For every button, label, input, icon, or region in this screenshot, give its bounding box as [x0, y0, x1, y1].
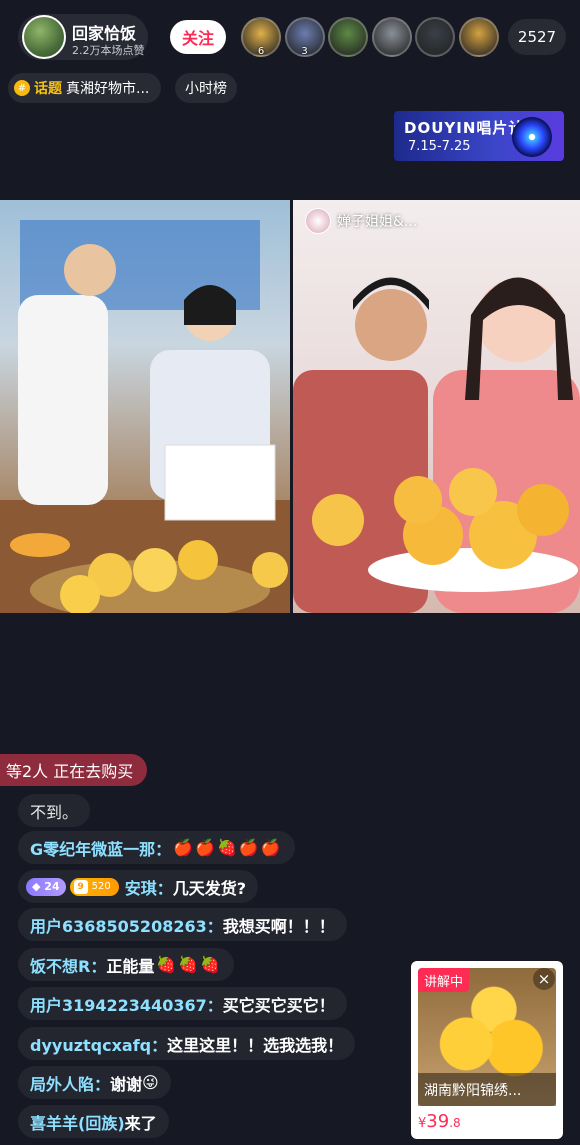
- banner-date: 7.15-7.25: [408, 139, 471, 154]
- comment-item: 饭不想R： 正能量 🍓🍓🍓: [18, 948, 235, 981]
- comment-item: 用户3194223440367： 买它买它买它！: [18, 987, 347, 1020]
- comment-item: ◆ 24 9 520 安琪： 几天发货?: [18, 870, 259, 903]
- guest-video-feed[interactable]: [293, 200, 580, 613]
- viewer-avatar[interactable]: [415, 17, 455, 57]
- fan-badge: ◆ 24: [26, 877, 66, 896]
- comment-user[interactable]: 安琪：: [125, 875, 173, 899]
- product-card[interactable]: 讲解中 × 湖南黔阳锦绣... ¥39.8: [411, 961, 563, 1139]
- comment-text: 正能量: [106, 956, 155, 976]
- guest-avatar: [305, 208, 331, 234]
- follow-button[interactable]: 关注: [170, 20, 226, 54]
- comment-emoji: 🍎🍎🍓🍎🍎: [173, 838, 283, 857]
- host-likes: 2.2万本场点赞: [72, 44, 145, 57]
- comment-item: dyyuztqcxafq： 这里这里！！选我选我！: [18, 1027, 356, 1060]
- comment-text: 这里这里！！选我选我！: [167, 1035, 344, 1055]
- comment-item: G零纪年微蓝一那： 🍎🍎🍓🍎🍎: [18, 831, 295, 864]
- viewer-rank-badge: 3: [301, 46, 308, 57]
- guest-name: 婵子姐姐&...: [337, 214, 418, 230]
- product-price: ¥39.8: [418, 1111, 461, 1132]
- comment-emoji: 😜: [142, 1073, 159, 1092]
- man-head: [355, 289, 427, 361]
- viewer-count[interactable]: 2527: [508, 19, 566, 55]
- hashtag-icon: #: [14, 80, 30, 96]
- hour-rank-button[interactable]: 小时榜: [175, 73, 237, 103]
- host-video-feed[interactable]: [0, 200, 290, 613]
- fruit-plate: [368, 548, 578, 592]
- comment-text: 几天发货?: [172, 878, 247, 898]
- comment-text: 谢谢: [110, 1074, 143, 1094]
- event-banner[interactable]: DOUYIN唱片计划 7.15-7.25: [394, 111, 564, 161]
- comment-text: 我想买啊！！！: [222, 916, 335, 936]
- comment-item: 局外人陷： 谢谢 😜: [18, 1066, 171, 1099]
- comment-item: 用户6368505208263： 我想买啊！！！: [18, 908, 347, 941]
- man-head: [64, 244, 116, 296]
- guest-video-scene: [293, 277, 580, 613]
- host-name: 回家恰饭: [72, 24, 137, 43]
- comment-user[interactable]: G零纪年微蓝一那：: [30, 836, 171, 860]
- comment-text: 来了: [124, 1113, 157, 1133]
- host-avatar[interactable]: [22, 15, 66, 59]
- viewer-avatar[interactable]: [371, 17, 412, 57]
- comment-user[interactable]: 用户6368505208263：: [30, 913, 223, 937]
- comment-user[interactable]: 局外人陷：: [30, 1071, 110, 1095]
- host-video-scene: [0, 220, 290, 613]
- comment-item: 喜羊羊(回族) 来了: [18, 1105, 169, 1138]
- comment-user[interactable]: 喜羊羊(回族): [30, 1110, 125, 1134]
- viewer-avatar[interactable]: 6: [241, 17, 281, 57]
- topic-tag-label: 话题: [34, 81, 62, 97]
- viewer-avatar[interactable]: [458, 17, 499, 57]
- man-shirt: [18, 295, 108, 505]
- comment-user[interactable]: 饭不想R：: [30, 953, 106, 977]
- explaining-tag: 讲解中: [418, 968, 470, 992]
- topic-pill[interactable]: # 话题 真湘好物市...: [8, 73, 162, 103]
- guest-label[interactable]: 婵子姐姐&...: [305, 208, 417, 234]
- purchase-notice: 等2人 正在去购买: [0, 754, 148, 786]
- comment-emoji: 🍓🍓🍓: [156, 955, 223, 974]
- topic-text: 真湘好物市...: [66, 81, 150, 97]
- product-title: 湖南黔阳锦绣...: [418, 1073, 556, 1106]
- comment-text: 买它买它买它！: [222, 995, 335, 1015]
- user-level-badge: 9 520: [69, 877, 119, 896]
- viewer-avatar[interactable]: 3: [284, 17, 325, 57]
- viewer-avatar[interactable]: [328, 17, 368, 57]
- comment-item: 不到。: [18, 794, 91, 827]
- comment-user[interactable]: 用户3194223440367：: [30, 992, 223, 1016]
- vinyl-disc-icon: [512, 117, 552, 157]
- comment-user[interactable]: dyyuztqcxafq：: [30, 1032, 167, 1056]
- viewer-rank-badge: 6: [257, 46, 265, 57]
- product-box: [164, 444, 276, 521]
- close-icon[interactable]: ×: [533, 968, 555, 990]
